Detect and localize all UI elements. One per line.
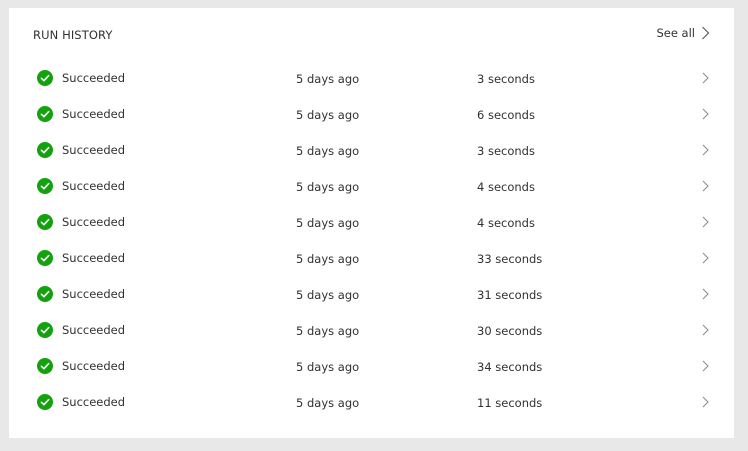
run-history-card: RUN HISTORY See all Succeeded 5 days ago… [9,8,734,438]
run-row[interactable]: Succeeded 5 days ago 6 seconds [9,97,734,133]
success-check-circle-icon [37,142,53,158]
run-start-time: 5 days ago [296,216,360,230]
chevron-right-icon [702,360,709,372]
run-start-time: 5 days ago [296,396,360,410]
run-duration: 6 seconds [477,108,535,122]
chevron-right-icon [702,252,709,264]
run-status: Succeeded [62,179,126,193]
run-status: Succeeded [62,143,126,157]
run-duration: 31 seconds [477,288,543,302]
run-start-time: 5 days ago [296,72,360,86]
run-status: Succeeded [62,107,126,121]
run-start-time: 5 days ago [296,108,360,122]
success-check-circle-icon [37,394,53,410]
run-row[interactable]: Succeeded 5 days ago 11 seconds [9,385,734,421]
run-row[interactable]: Succeeded 5 days ago 34 seconds [9,349,734,385]
run-list: Succeeded 5 days ago 3 seconds Succeeded… [9,61,734,421]
chevron-right-icon [702,288,709,300]
success-check-circle-icon [37,322,53,338]
run-status: Succeeded [62,359,126,373]
run-status: Succeeded [62,323,126,337]
run-duration: 11 seconds [477,396,543,410]
run-row[interactable]: Succeeded 5 days ago 3 seconds [9,61,734,97]
run-duration: 34 seconds [477,360,543,374]
run-duration: 33 seconds [477,252,543,266]
run-start-time: 5 days ago [296,324,360,338]
chevron-right-icon [702,108,709,120]
run-history-title: RUN HISTORY [33,28,113,42]
run-duration: 30 seconds [477,324,543,338]
success-check-circle-icon [37,250,53,266]
success-check-circle-icon [37,106,53,122]
run-status: Succeeded [62,251,126,265]
chevron-right-icon [702,324,709,336]
run-start-time: 5 days ago [296,288,360,302]
run-history-header: RUN HISTORY See all [9,8,734,62]
chevron-right-icon [702,144,709,156]
see-all-label: See all [656,26,695,40]
run-start-time: 5 days ago [296,144,360,158]
run-row[interactable]: Succeeded 5 days ago 4 seconds [9,205,734,241]
run-status: Succeeded [62,395,126,409]
chevron-right-icon [702,396,709,408]
run-duration: 3 seconds [477,72,535,86]
run-status: Succeeded [62,71,126,85]
run-status: Succeeded [62,215,126,229]
chevron-right-icon [702,26,710,40]
run-start-time: 5 days ago [296,180,360,194]
success-check-circle-icon [37,286,53,302]
run-row[interactable]: Succeeded 5 days ago 3 seconds [9,133,734,169]
run-duration: 4 seconds [477,216,535,230]
chevron-right-icon [702,180,709,192]
chevron-right-icon [702,72,709,84]
run-row[interactable]: Succeeded 5 days ago 33 seconds [9,241,734,277]
see-all-link[interactable]: See all [656,26,710,40]
run-row[interactable]: Succeeded 5 days ago 31 seconds [9,277,734,313]
success-check-circle-icon [37,178,53,194]
run-duration: 4 seconds [477,180,535,194]
run-row[interactable]: Succeeded 5 days ago 30 seconds [9,313,734,349]
chevron-right-icon [702,216,709,228]
run-duration: 3 seconds [477,144,535,158]
success-check-circle-icon [37,214,53,230]
run-start-time: 5 days ago [296,252,360,266]
success-check-circle-icon [37,358,53,374]
run-status: Succeeded [62,287,126,301]
run-start-time: 5 days ago [296,360,360,374]
run-row[interactable]: Succeeded 5 days ago 4 seconds [9,169,734,205]
success-check-circle-icon [37,70,53,86]
